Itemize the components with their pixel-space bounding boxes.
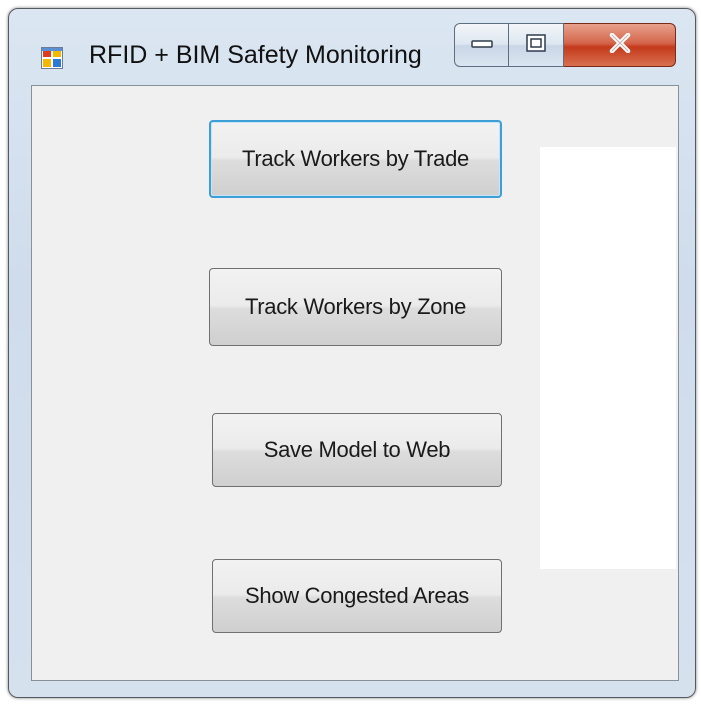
title-bar[interactable]: RFID + BIM Safety Monitoring [9, 9, 695, 85]
close-button[interactable] [564, 23, 676, 67]
maximize-icon [526, 33, 546, 57]
app-window: RFID + BIM Safety Monitoring Track Worke… [8, 8, 696, 698]
form-client-area: Track Workers by Trade Track Workers by … [31, 85, 679, 681]
track-workers-by-trade-button[interactable]: Track Workers by Trade [209, 120, 502, 198]
save-model-to-web-button[interactable]: Save Model to Web [212, 413, 502, 487]
close-icon [608, 32, 632, 58]
minimize-button[interactable] [454, 23, 509, 67]
minimize-icon [470, 36, 493, 54]
maximize-button[interactable] [509, 23, 564, 67]
window-title: RFID + BIM Safety Monitoring [89, 41, 422, 69]
white-panel [540, 147, 676, 569]
caption-buttons [454, 23, 690, 67]
track-workers-by-zone-button[interactable]: Track Workers by Zone [209, 268, 502, 346]
show-congested-areas-button[interactable]: Show Congested Areas [212, 559, 502, 633]
windows-form-icon[interactable] [41, 47, 63, 69]
